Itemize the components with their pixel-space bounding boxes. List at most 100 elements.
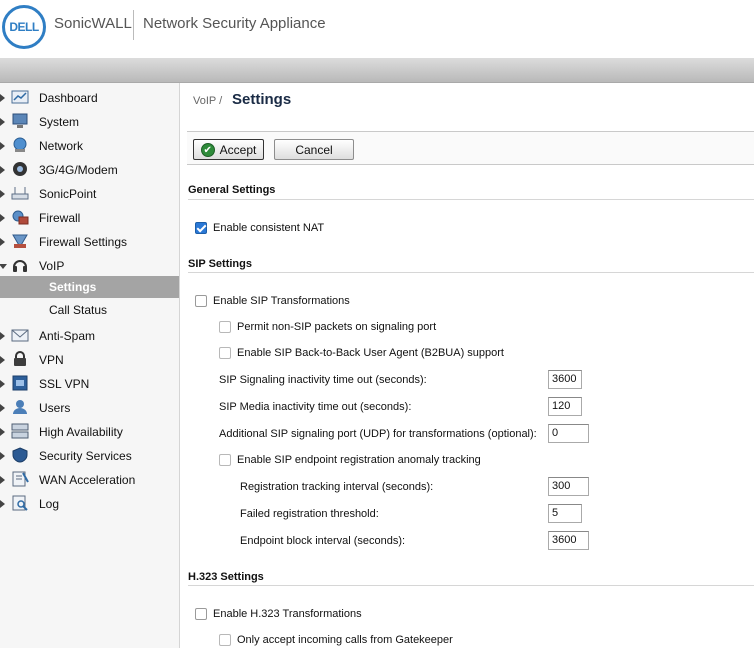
modem-icon [10,160,30,178]
sidebar-subitem-label: Settings [49,280,97,294]
breadcrumb[interactable]: VoIP / [193,95,222,107]
expand-arrow-icon[interactable] [0,356,5,364]
reg-interval-label: Registration tracking interval (seconds)… [240,481,434,493]
expand-arrow-icon[interactable] [0,404,5,412]
sidebar-item-log[interactable]: Log [0,492,179,516]
permit-non-sip-checkbox[interactable] [219,321,231,333]
sidebar-item-modem[interactable]: 3G/4G/Modem [0,158,179,182]
expand-arrow-icon[interactable] [0,332,5,340]
sidebar: Dashboard System Network 3G/4G/Modem Son… [0,83,180,648]
signaling-timeout-input[interactable]: 3600 [548,370,582,389]
sidebar-item-label: VoIP [39,259,65,273]
shield-icon [10,446,30,464]
permit-non-sip-row: Permit non-SIP packets on signaling port [219,321,519,335]
block-interval-input[interactable]: 3600 [548,531,589,550]
consistent-nat-checkbox[interactable] [195,222,207,234]
sidebar-item-sonicpoint[interactable]: SonicPoint [0,182,179,206]
gatekeeper-only-label: Only accept incoming calls from Gatekeep… [237,634,453,646]
expand-arrow-icon[interactable] [0,476,5,484]
sidebar-item-dashboard[interactable]: Dashboard [0,86,179,110]
general-settings-title: General Settings [188,184,276,196]
log-search-icon [10,494,30,512]
b2bua-label: Enable SIP Back-to-Back User Agent (B2BU… [237,347,504,359]
sidebar-item-high-availability[interactable]: High Availability [0,420,179,444]
sidebar-item-label: Network [39,139,84,153]
failed-threshold-input[interactable]: 5 [548,504,582,523]
expand-arrow-icon[interactable] [0,166,5,174]
sidebar-item-label: System [39,115,80,129]
anomaly-tracking-checkbox[interactable] [219,454,231,466]
sidebar-item-firewall[interactable]: Firewall [0,206,179,230]
accept-button[interactable]: ✔ Accept [193,139,264,160]
expand-arrow-icon[interactable] [0,452,5,460]
sidebar-item-label: Anti-Spam [39,329,96,343]
sidebar-item-firewall-settings[interactable]: Firewall Settings [0,230,179,254]
users-icon [10,398,30,416]
sidebar-item-users[interactable]: Users [0,396,179,420]
enable-sip-label: Enable SIP Transformations [213,295,350,307]
sidebar-item-label: Firewall [39,211,81,225]
access-point-icon [10,184,30,202]
additional-port-label: Additional SIP signaling port (UDP) for … [219,428,537,440]
header-divider [133,10,134,40]
expand-arrow-icon[interactable] [0,500,5,508]
firewall-settings-icon [10,232,30,250]
sidebar-item-voip[interactable]: VoIP [0,254,179,278]
enable-sip-row: Enable SIP Transformations [195,295,495,309]
dashboard-icon [10,88,30,106]
sidebar-item-anti-spam[interactable]: Anti-Spam [0,324,179,348]
sidebar-item-label: High Availability [39,425,123,439]
signaling-timeout-label: SIP Signaling inactivity time out (secon… [219,374,427,386]
sidebar-item-label: 3G/4G/Modem [39,163,118,177]
section-divider [188,272,754,273]
sidebar-item-system[interactable]: System [0,110,179,134]
expand-arrow-icon[interactable] [0,118,5,126]
expand-arrow-icon[interactable] [0,428,5,436]
brand-name: SonicWALL [54,15,132,32]
enable-h323-checkbox[interactable] [195,608,207,620]
sidebar-item-vpn[interactable]: VPN [0,348,179,372]
expand-arrow-icon[interactable] [0,238,5,246]
wan-acceleration-icon [10,470,30,488]
sidebar-item-label: Dashboard [39,91,98,105]
section-divider [188,585,754,586]
system-monitor-icon [10,112,30,130]
app-header: DELL SonicWALL Network Security Applianc… [0,0,754,58]
sidebar-item-security-services[interactable]: Security Services [0,444,179,468]
consistent-nat-row: Enable consistent NAT [195,222,495,236]
logo-text: DELL [9,20,39,34]
dell-logo: DELL [2,5,46,49]
reg-interval-input[interactable]: 300 [548,477,589,496]
failed-threshold-label: Failed registration threshold: [240,508,379,520]
sidebar-item-network[interactable]: Network [0,134,179,158]
gatekeeper-only-row: Only accept incoming calls from Gatekeep… [219,634,519,648]
headset-icon [10,256,30,274]
additional-port-input[interactable]: 0 [548,424,589,443]
checkmark-icon: ✔ [200,142,215,157]
anomaly-tracking-row: Enable SIP endpoint registration anomaly… [219,454,539,468]
sidebar-item-label: Firewall Settings [39,235,128,249]
expand-arrow-icon[interactable] [0,380,5,388]
accept-button-label: Accept [219,142,257,157]
expand-arrow-icon[interactable] [0,94,5,102]
expand-arrow-icon[interactable] [0,214,5,222]
sidebar-item-label: SSL VPN [39,377,90,391]
expand-arrow-icon[interactable] [0,142,5,150]
cancel-button[interactable]: Cancel [274,139,354,160]
sidebar-item-wan-acceleration[interactable]: WAN Acceleration [0,468,179,492]
action-toolbar: ✔ Accept Cancel [187,131,754,165]
enable-sip-checkbox[interactable] [195,295,207,307]
server-stack-icon [10,422,30,440]
sidebar-item-ssl-vpn[interactable]: SSL VPN [0,372,179,396]
sidebar-subitem-call-status[interactable]: Call Status [0,299,179,321]
gatekeeper-only-checkbox[interactable] [219,634,231,646]
expand-arrow-icon[interactable] [0,190,5,198]
b2bua-checkbox[interactable] [219,347,231,359]
sidebar-item-label: WAN Acceleration [39,473,136,487]
sidebar-subitem-settings[interactable]: Settings [0,276,179,298]
product-name: Network Security Appliance [143,15,326,32]
lock-icon [10,350,30,368]
anomaly-tracking-label: Enable SIP endpoint registration anomaly… [237,454,481,466]
collapse-arrow-icon[interactable] [0,264,7,269]
media-timeout-input[interactable]: 120 [548,397,582,416]
